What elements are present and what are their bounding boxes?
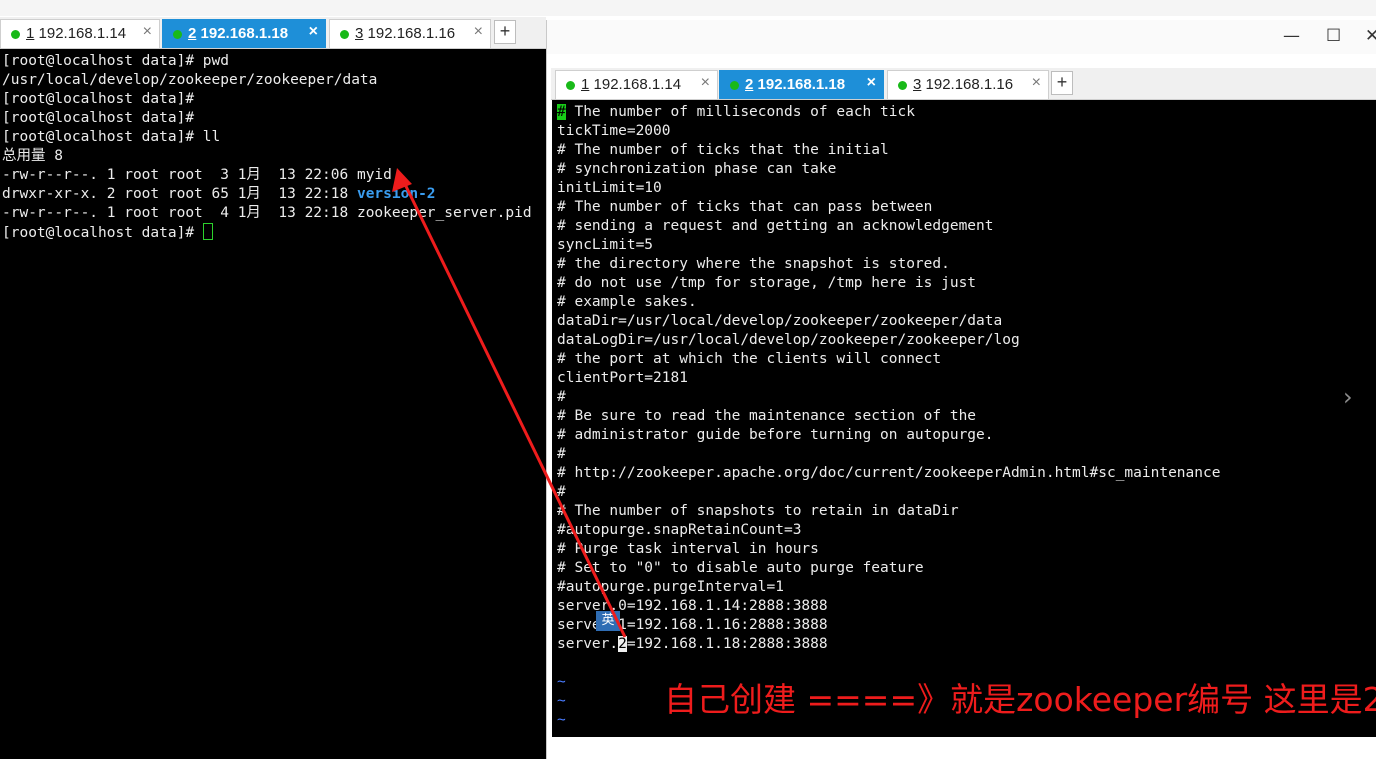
arrow-head-icon bbox=[392, 168, 412, 192]
arrow-line bbox=[399, 175, 627, 638]
annotation-text: 自己创建 ====》就是zookeeper编号 这里是2 bbox=[664, 680, 1376, 719]
annotation-arrow bbox=[392, 168, 627, 638]
